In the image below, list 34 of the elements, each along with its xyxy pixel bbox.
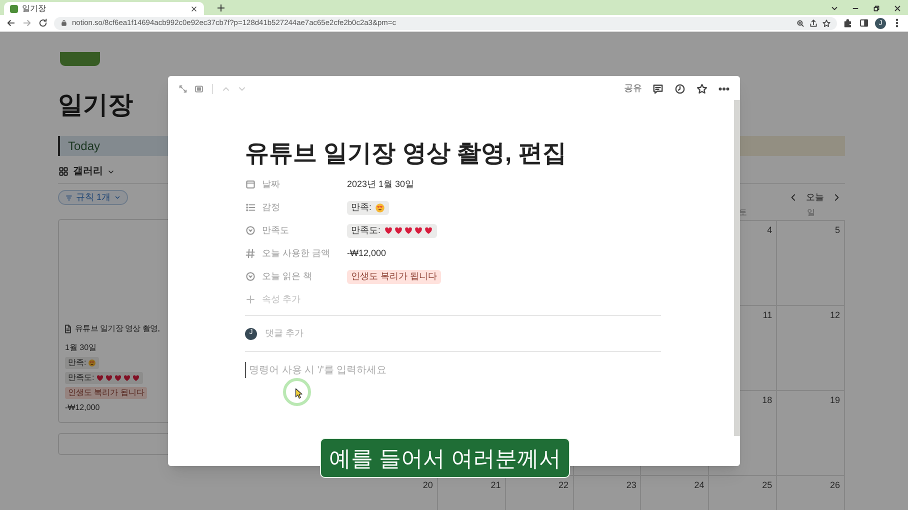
date-number: 20 bbox=[422, 480, 433, 490]
card-date: 1월 30일 bbox=[65, 342, 98, 354]
video-caption: 예를 들어서 여러분께서 bbox=[320, 438, 570, 478]
property-label: 오늘 읽은 책 bbox=[262, 270, 314, 283]
date-number: 26 bbox=[830, 480, 840, 490]
property-label: 날짜 bbox=[262, 178, 281, 191]
date-number: 4 bbox=[767, 225, 772, 235]
rating-tag: 만족도: bbox=[347, 224, 437, 238]
tab-title: 일기장 bbox=[22, 4, 47, 12]
date-number: 19 bbox=[830, 395, 840, 405]
weekday-label: 일 bbox=[806, 207, 816, 219]
date-number: 24 bbox=[694, 480, 704, 490]
date-number: 25 bbox=[762, 480, 772, 490]
mood-tag: 만족: bbox=[65, 357, 100, 369]
date-number: 22 bbox=[558, 480, 569, 490]
date-number: 21 bbox=[490, 480, 501, 490]
date-number: 12 bbox=[830, 310, 840, 320]
date-number: 5 bbox=[834, 225, 840, 235]
property-label: 오늘 사용한 금액 bbox=[262, 246, 332, 260]
date-value: 2023년 1월 30일 bbox=[347, 178, 414, 191]
weekday-label: 토 bbox=[738, 207, 748, 219]
date-number: 18 bbox=[762, 395, 772, 405]
amount-text: -₩12,000 bbox=[65, 402, 101, 414]
property-label: 감정 bbox=[262, 200, 281, 214]
book-tag: 인생도 복리가 됩니다 bbox=[65, 387, 148, 399]
page-title: 일기장 bbox=[58, 90, 134, 120]
book-tag: 인생도 복리가 됩니다 bbox=[347, 270, 442, 284]
rating-tag: 만족도: bbox=[65, 372, 144, 384]
property-label: 만족도 bbox=[262, 224, 290, 237]
date-number: 11 bbox=[762, 310, 772, 320]
date-number: 23 bbox=[626, 480, 636, 490]
amount-value: -₩12,000 bbox=[347, 246, 386, 260]
mood-tag: 만족: bbox=[347, 200, 389, 214]
card-title: 유튜브 일기장 영상 촬영, bbox=[75, 323, 160, 335]
